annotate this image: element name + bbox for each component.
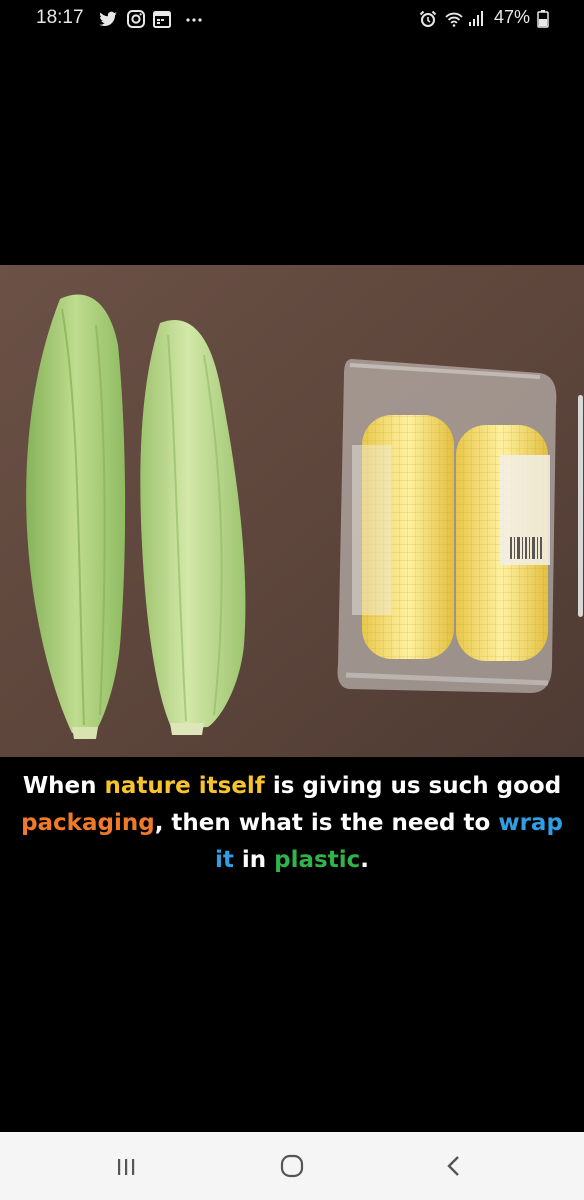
caption-highlight-plastic: plastic <box>274 847 361 873</box>
caption-highlight-nature: nature itself <box>104 773 265 799</box>
navigation-bar <box>0 1132 584 1200</box>
home-icon[interactable] <box>272 1150 312 1182</box>
scroll-indicator[interactable] <box>578 395 583 617</box>
status-bar: 18:17 47% <box>0 0 584 38</box>
battery-percent: 47% <box>494 7 531 27</box>
instagram-icon <box>127 10 145 28</box>
status-time: 18:17 <box>36 7 84 28</box>
recents-icon[interactable] <box>106 1150 146 1182</box>
caption-highlight-wrap: wrap <box>498 810 563 836</box>
twitter-icon <box>99 11 117 27</box>
signal-icon <box>469 11 483 26</box>
more-dots-icon <box>186 18 202 22</box>
caption-word: in <box>233 847 275 873</box>
caption-word: When <box>22 773 105 799</box>
caption-highlight-it: it <box>215 847 234 873</box>
caption-word: is giving us such good <box>264 773 562 799</box>
wifi-icon <box>445 12 463 27</box>
caption-word: . <box>360 847 369 873</box>
caption-word: , then what is the need to <box>154 810 499 836</box>
calendar-icon <box>153 11 171 28</box>
alarm-icon <box>419 10 437 27</box>
caption-highlight-packaging: packaging <box>21 810 155 836</box>
back-icon[interactable] <box>434 1150 474 1182</box>
caption: When nature itself is giving us such goo… <box>0 768 584 879</box>
caption-line-3: it in plastic. <box>0 842 584 879</box>
corn-photo <box>0 265 584 757</box>
battery-icon <box>537 10 549 28</box>
caption-line-1: When nature itself is giving us such goo… <box>0 768 584 805</box>
caption-line-2: packaging, then what is the need to wrap <box>0 805 584 842</box>
